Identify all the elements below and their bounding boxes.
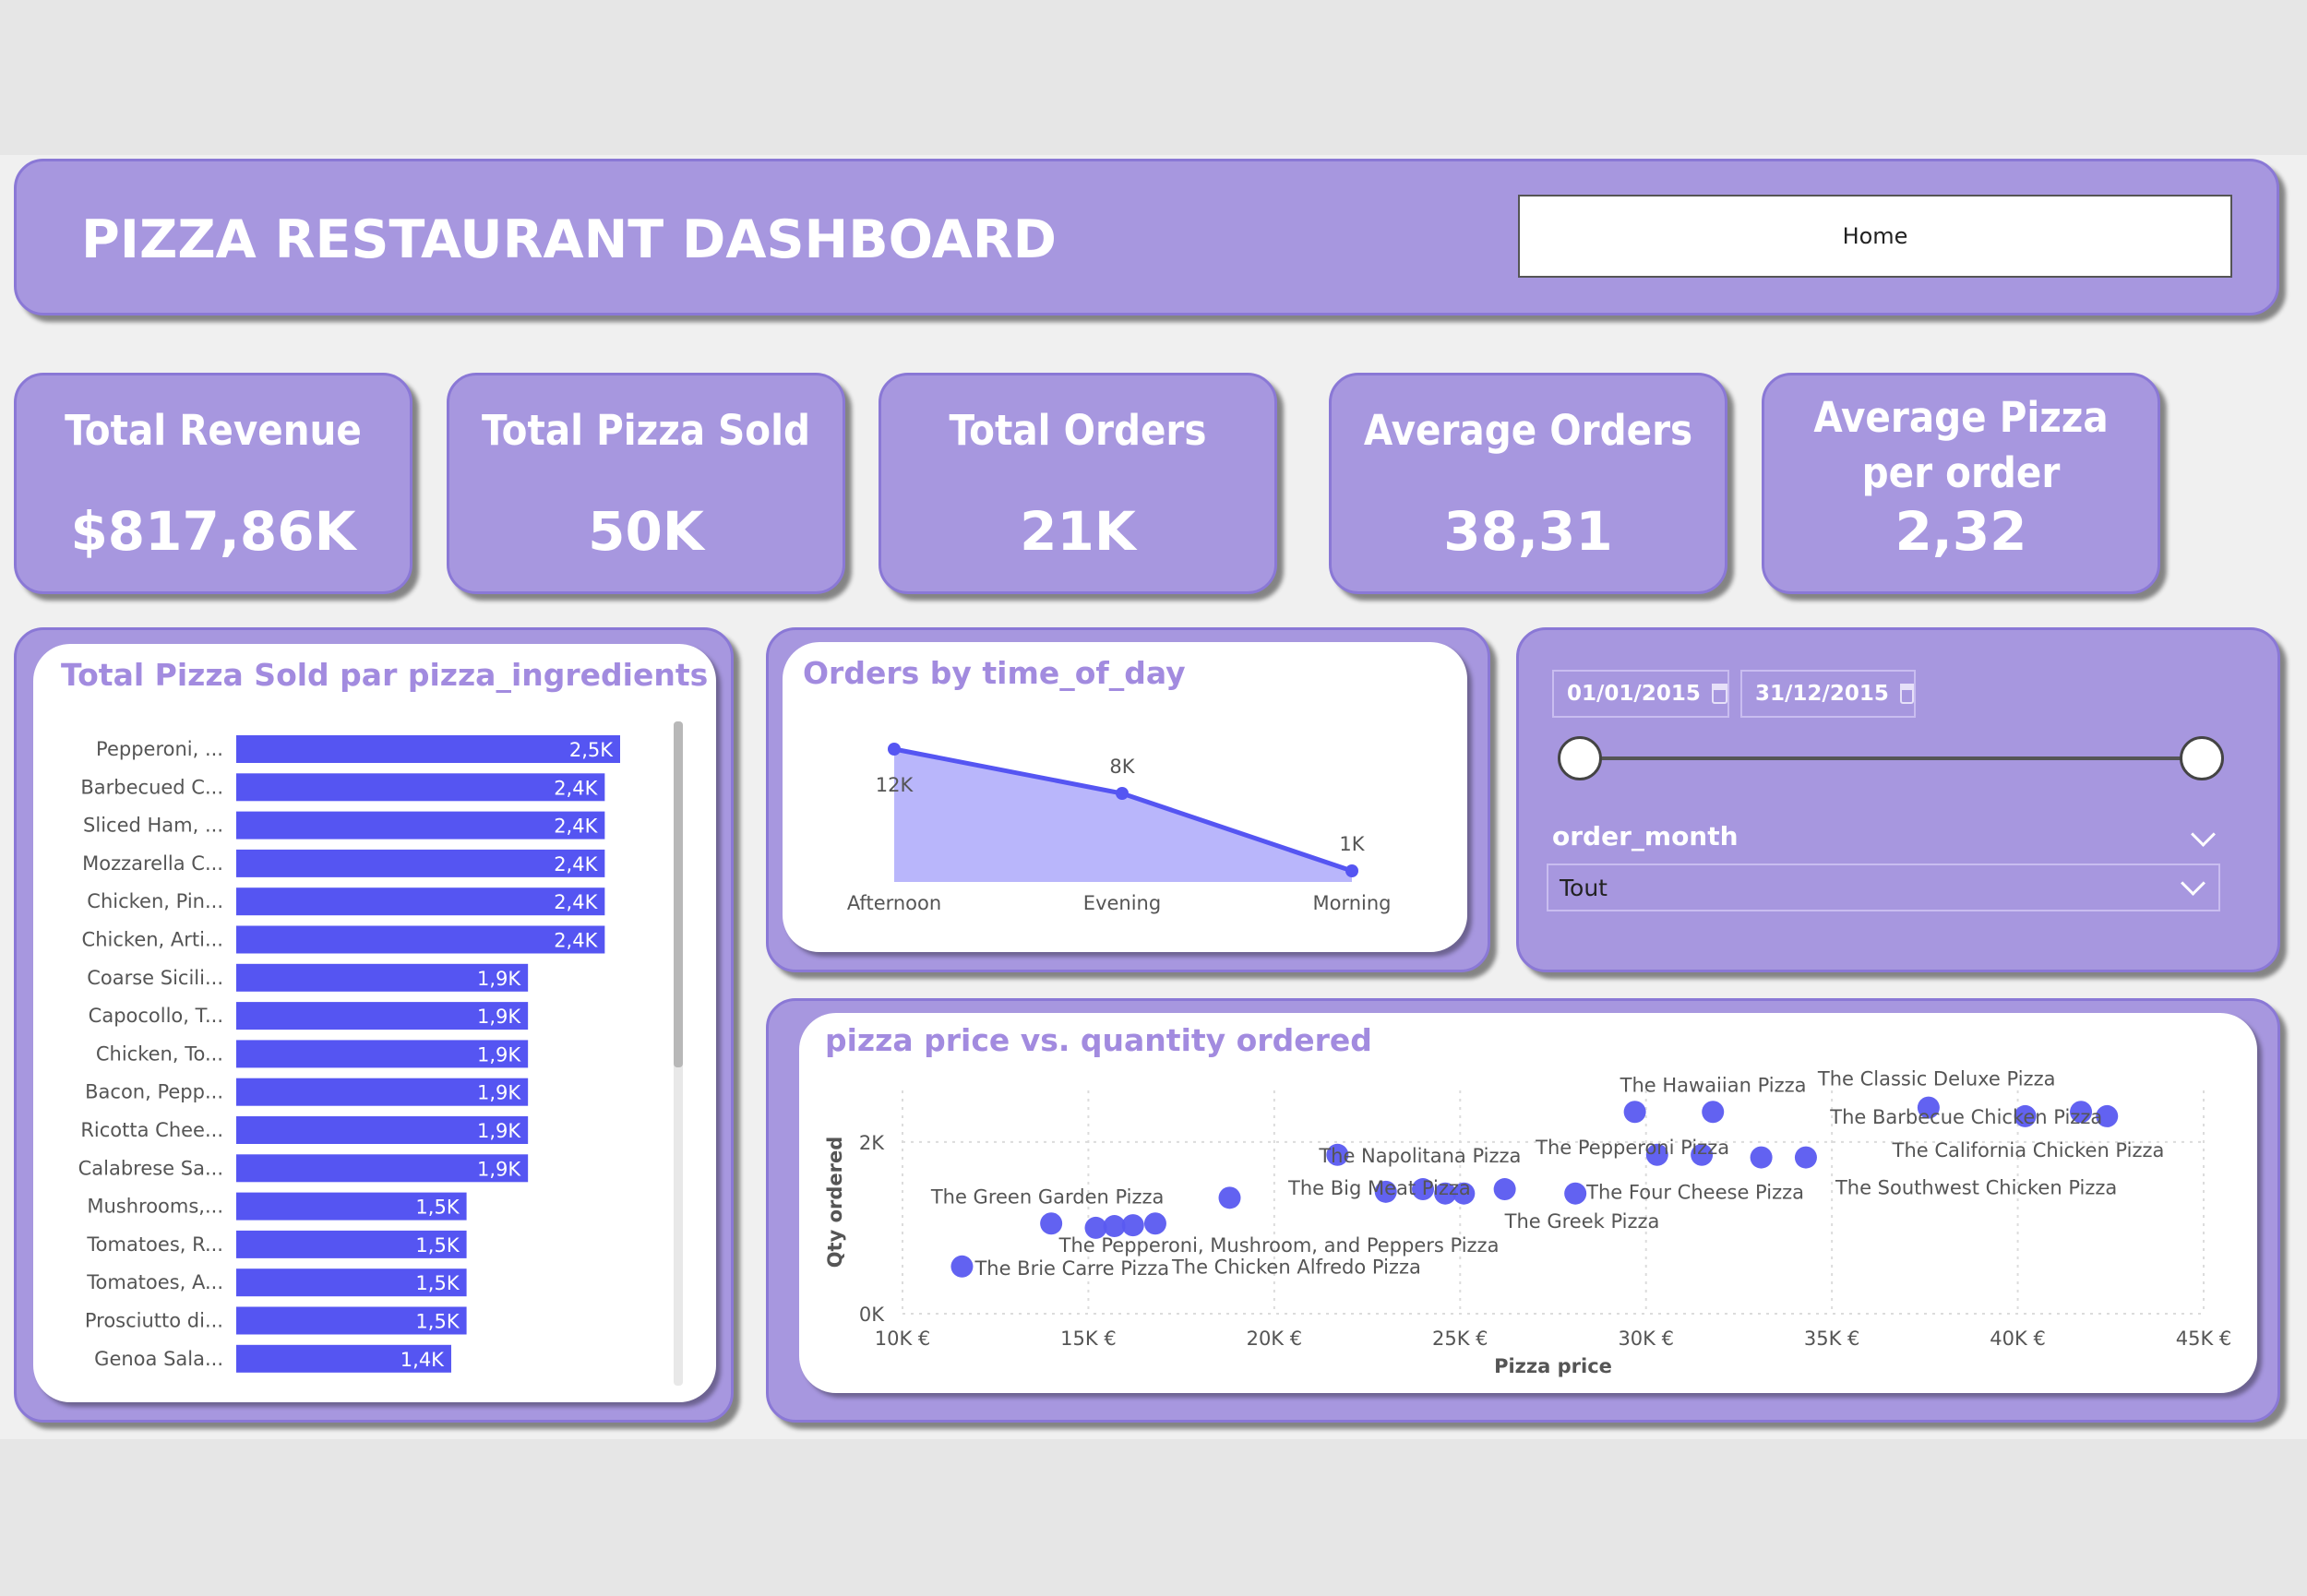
bar-value-label: 2,4K — [554, 930, 598, 952]
order-month-label: order_month — [1552, 821, 1739, 852]
bar-category-label: Coarse Sicili... — [87, 967, 223, 989]
scatter-chart-title: pizza price vs. quantity ordered — [825, 1022, 1372, 1058]
bar[interactable] — [236, 773, 605, 802]
bar-value-label: 1,9K — [477, 968, 521, 990]
bar-value-label: 1,5K — [415, 1197, 460, 1219]
bar-value-label: 2,4K — [554, 816, 598, 838]
date-range-end-handle[interactable] — [2180, 736, 2224, 780]
area-chart-title: Orders by time_of_day — [803, 655, 1186, 691]
date-start-field[interactable]: 01/01/2015 — [1552, 670, 1729, 718]
bar-category-label: Sliced Ham, ... — [83, 815, 223, 837]
area-chart-card: Orders by time_of_day — [783, 642, 1467, 952]
bar-category-label: Bacon, Pepp... — [85, 1081, 223, 1103]
bar-value-label: 1,9K — [477, 1158, 521, 1180]
date-end-field[interactable]: 31/12/2015 — [1740, 670, 1916, 718]
scatter-chart-card: pizza price vs. quantity ordered — [799, 1013, 2257, 1393]
bar-category-label: Pepperoni, ... — [96, 738, 223, 760]
bar-category-label: Chicken, Pin... — [87, 890, 223, 912]
order-month-value: Tout — [1560, 874, 1608, 901]
bar[interactable] — [236, 849, 605, 877]
bar-chart-scroll-thumb[interactable] — [674, 721, 683, 1067]
calendar-icon[interactable] — [1899, 684, 1915, 704]
bar[interactable] — [236, 887, 605, 916]
bar-value-label: 1,9K — [477, 1043, 521, 1066]
bar-category-label: Tomatoes, R... — [86, 1233, 223, 1256]
bar-category-label: Capocollo, T... — [89, 1005, 223, 1027]
bar-value-label: 1,4K — [400, 1349, 445, 1371]
bar-value-label: 2,4K — [554, 891, 598, 913]
bar-category-label: Genoa Sala... — [94, 1348, 223, 1370]
chevron-down-icon — [2181, 871, 2205, 896]
bar-value-label: 2,5K — [569, 739, 614, 761]
bar-value-label: 1,9K — [477, 1120, 521, 1142]
bar[interactable] — [236, 735, 620, 763]
date-range-start-handle[interactable] — [1558, 736, 1602, 780]
bar-value-label: 2,4K — [554, 777, 598, 799]
date-end-text: 31/12/2015 — [1755, 682, 1889, 706]
bar[interactable] — [236, 925, 605, 954]
calendar-icon[interactable] — [1711, 684, 1728, 704]
bar-category-label: Prosciutto di... — [85, 1310, 223, 1332]
order-month-dropdown[interactable]: Tout — [1547, 864, 2220, 911]
bar-category-label: Ricotta Chee... — [80, 1119, 223, 1141]
bar-value-label: 1,5K — [415, 1311, 460, 1333]
bar-category-label: Chicken, Arti... — [82, 929, 223, 951]
bar-category-label: Mozzarella C... — [82, 852, 223, 875]
bar-category-label: Barbecued C... — [80, 776, 223, 798]
bar-value-label: 1,9K — [477, 1006, 521, 1028]
bar-category-label: Mushrooms,... — [87, 1196, 223, 1218]
bar-category-label: Tomatoes, A... — [86, 1271, 223, 1293]
bar-value-label: 2,4K — [554, 853, 598, 875]
bar-value-label: 1,9K — [477, 1082, 521, 1104]
bar[interactable] — [236, 811, 605, 840]
bar-value-label: 1,5K — [415, 1272, 460, 1294]
bar-value-label: 1,5K — [415, 1234, 460, 1257]
date-start-text: 01/01/2015 — [1567, 682, 1701, 706]
bar-category-label: Calabrese Sa... — [78, 1157, 223, 1179]
date-range-slider-track[interactable] — [1580, 756, 2202, 760]
bar-category-label: Chicken, To... — [96, 1042, 223, 1065]
